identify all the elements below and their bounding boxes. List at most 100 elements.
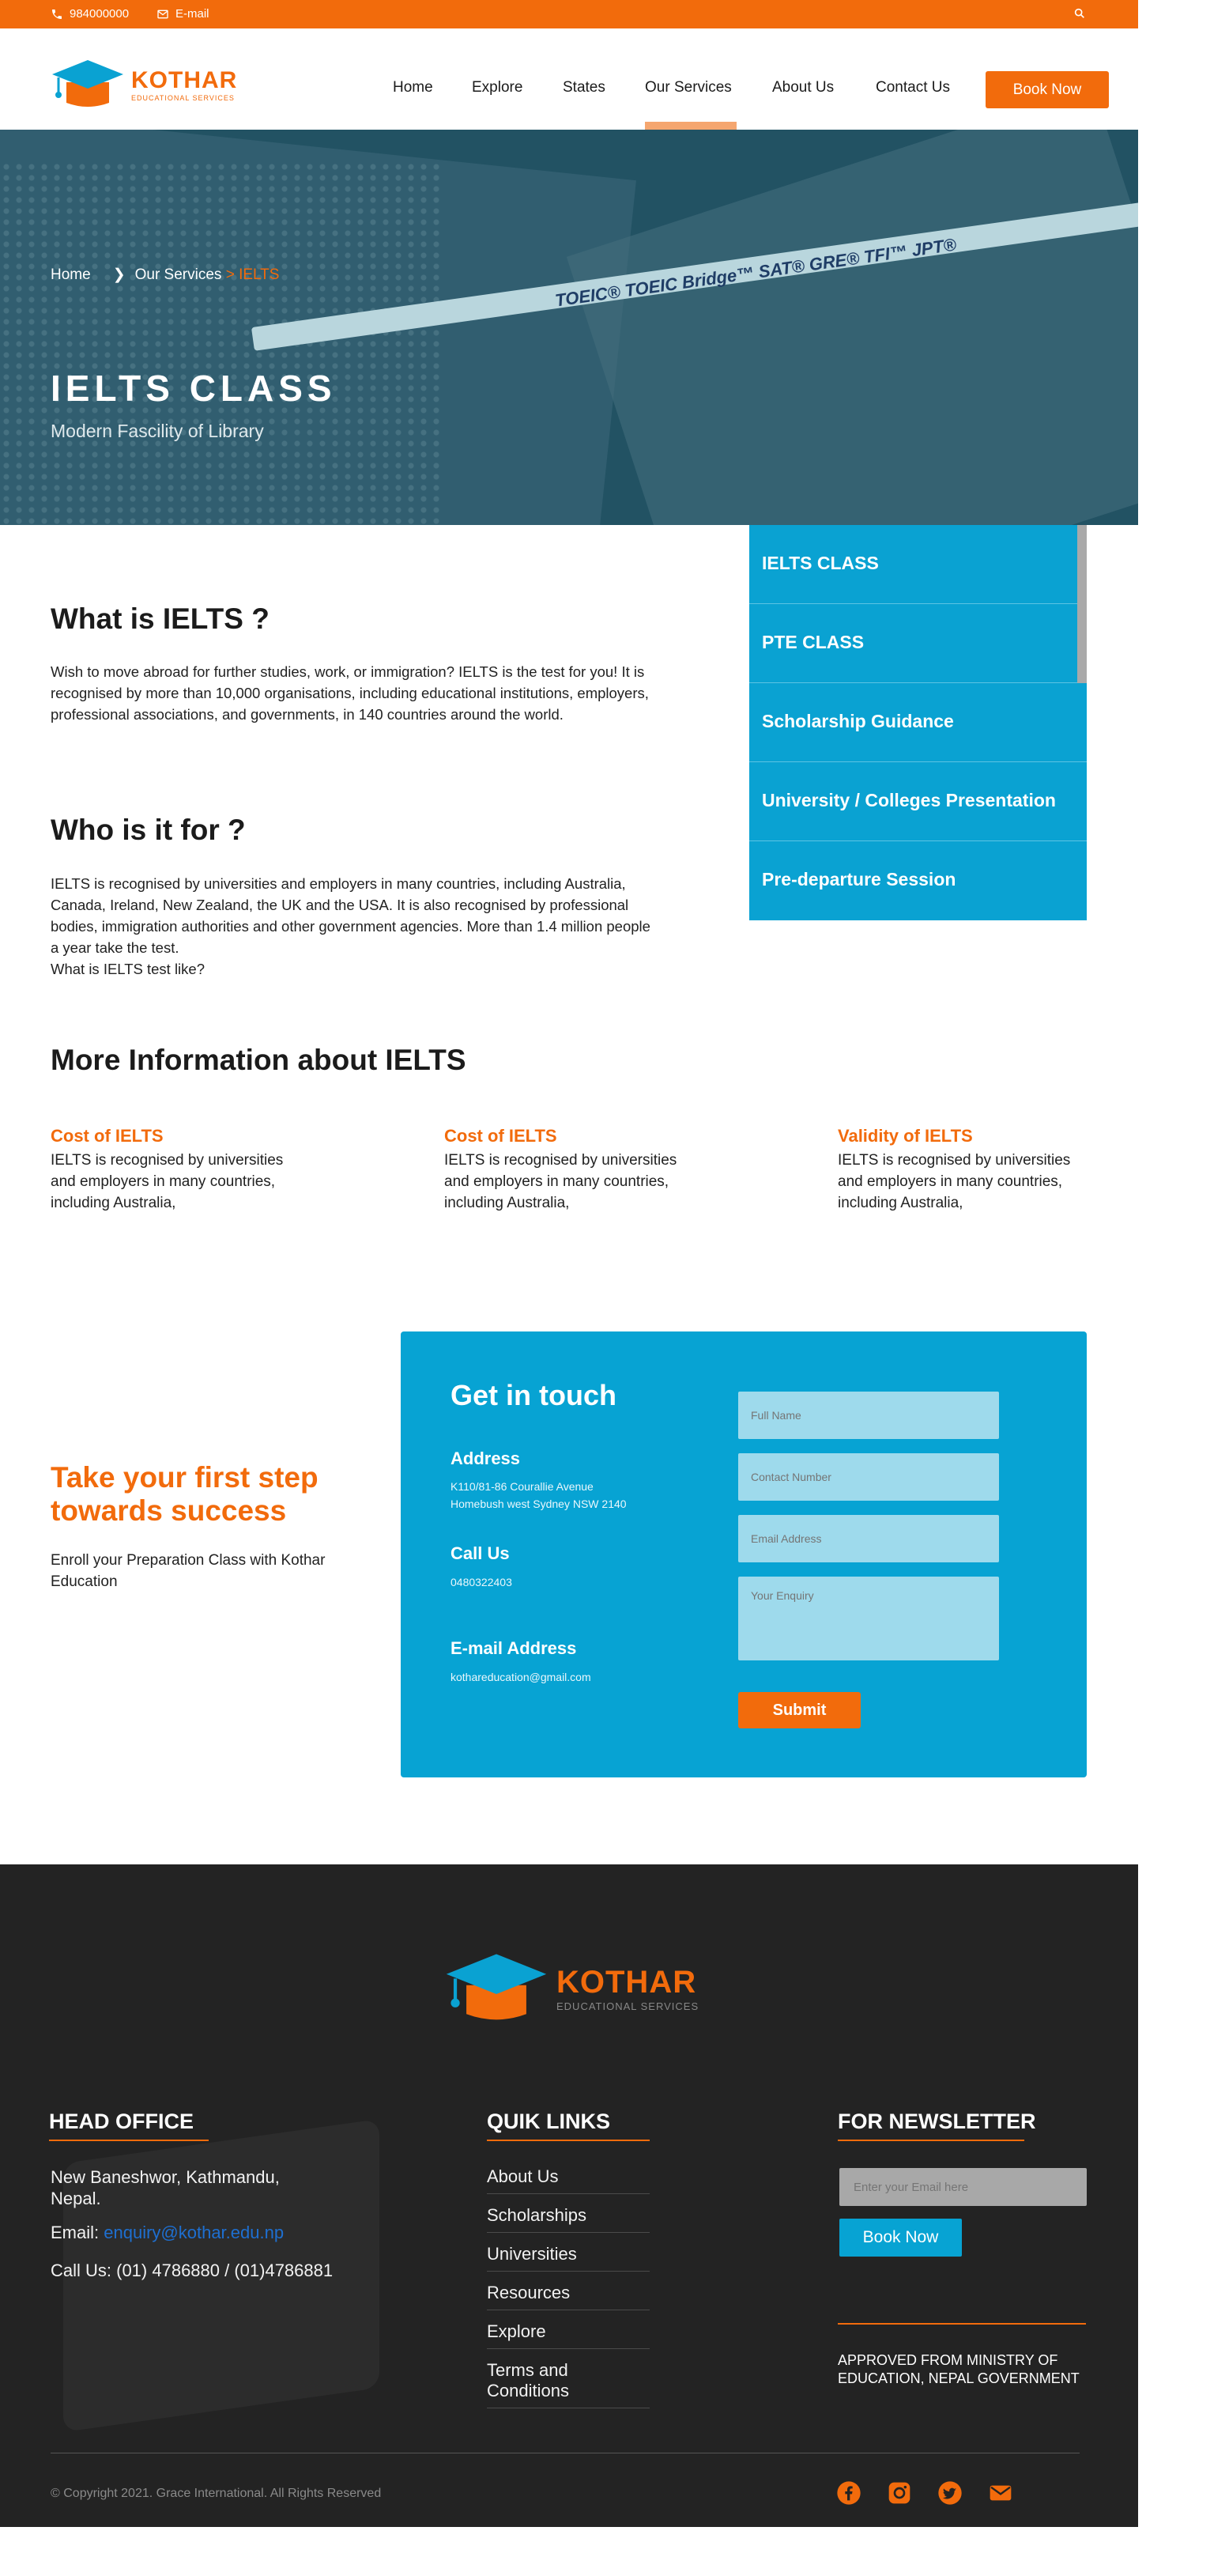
nav-explore[interactable]: Explore [472, 79, 522, 96]
email-address-input[interactable] [738, 1515, 999, 1562]
copyright: © Copyright 2021. Grace International. A… [51, 2487, 382, 2500]
footer-logo[interactable]: KOTHAR EDUCATIONAL SERVICES [444, 1951, 699, 2026]
brand-name: KOTHAR [131, 67, 238, 93]
page-subtitle: Modern Fascility of Library [51, 421, 264, 441]
search-button[interactable] [1073, 7, 1086, 20]
search-icon [1074, 8, 1084, 18]
footer-link-scholarships[interactable]: Scholarships [487, 2205, 650, 2233]
nav-active-indicator [645, 122, 737, 130]
book-now-button[interactable]: Book Now [986, 71, 1109, 108]
nav-states[interactable]: States [563, 79, 605, 96]
info-card: Cost of IELTS IELTS is recognised by uni… [51, 1126, 311, 1214]
newsletter-email-input[interactable] [839, 2168, 1087, 2206]
info-card-title: Cost of IELTS [444, 1126, 557, 1146]
sidebar-item-ielts[interactable]: IELTS CLASS [749, 525, 1087, 604]
newsletter-title: FOR NEWSLETTER [838, 2110, 1036, 2133]
graduation-cap-logo-icon [52, 60, 123, 107]
address-line-2: Homebush west Sydney NSW 2140 [451, 1498, 627, 1510]
info-card: Validity of IELTS IELTS is recognised by… [838, 1126, 1099, 1214]
approved-divider [838, 2323, 1086, 2325]
mail-icon[interactable] [988, 2480, 1013, 2506]
nav-home[interactable]: Home [393, 79, 433, 96]
nav-about-us[interactable]: About Us [772, 79, 834, 96]
email-label: E-mail Address [451, 1638, 577, 1658]
info-card-text: IELTS is recognised by universities and … [838, 1152, 1071, 1211]
quick-links-title: QUIK LINKS [487, 2110, 611, 2133]
nav-our-services[interactable]: Our Services [645, 79, 732, 96]
enquiry-textarea[interactable] [738, 1577, 999, 1660]
info-card-text: IELTS is recognised by universities and … [444, 1152, 677, 1211]
footer: KOTHAR EDUCATIONAL SERVICES HEAD OFFICE … [0, 1864, 1138, 2527]
brand-tagline: EDUCATIONAL SERVICES [131, 94, 235, 102]
footer-link-about-us[interactable]: About Us [487, 2166, 650, 2194]
phone-icon [52, 9, 62, 19]
footer-link-universities[interactable]: Universities [487, 2244, 650, 2272]
sidebar-item-pre-departure[interactable]: Pre-departure Session [749, 841, 1087, 920]
submit-button[interactable]: Submit [738, 1692, 861, 1728]
office-email-link[interactable]: enquiry@kothar.edu.np [104, 2223, 284, 2242]
page: 984000000 E-mail KOTHAR EDUCATIONAL SERV… [0, 0, 1138, 2576]
office-email-label: Email: [51, 2223, 100, 2242]
cta-title: Take your first step towards success [51, 1461, 319, 1527]
contact-title: Get in touch [451, 1379, 616, 1411]
email-contact[interactable]: E-mail [156, 7, 209, 21]
breadcrumb-separator: > [225, 266, 239, 283]
footer-brand-tagline: EDUCATIONAL SERVICES [556, 2000, 699, 2012]
logo[interactable]: KOTHAR EDUCATIONAL SERVICES [51, 59, 237, 111]
nav-contact-us[interactable]: Contact Us [876, 79, 950, 96]
contact-number-input[interactable] [738, 1453, 999, 1501]
sidebar-item-scholarship[interactable]: Scholarship Guidance [749, 683, 1087, 762]
hero-banner: TOEIC® TOEIC Bridge™ SAT® GRE® TFI™ JPT®… [0, 130, 1138, 525]
head-office-underline [49, 2140, 209, 2141]
main-nav: KOTHAR EDUCATIONAL SERVICES Home Explore… [0, 28, 1138, 130]
newsletter-submit-button[interactable]: Book Now [839, 2219, 962, 2257]
what-is-ielts-heading: What is IELTS ? [51, 602, 270, 635]
approved-notice: APPROVED FROM MINISTRY OF EDUCATION, NEP… [838, 2352, 1080, 2386]
twitter-icon[interactable] [937, 2480, 963, 2506]
breadcrumb-home[interactable]: Home [51, 266, 91, 284]
who-is-it-for-text: IELTS is recognised by universities and … [51, 875, 650, 956]
office-email: Email: enquiry@kothar.edu.np [51, 2222, 284, 2243]
facebook-icon[interactable] [836, 2480, 861, 2506]
cta-block: Take your first step towards success Enr… [51, 1461, 351, 1592]
address-line-1: K110/81-86 Courallie Avenue [451, 1480, 594, 1493]
sidebar-item-pte[interactable]: PTE CLASS [749, 604, 1087, 683]
breadcrumb: Home ❯ Our Services > IELTS [51, 266, 279, 284]
phone-contact[interactable]: 984000000 [51, 7, 129, 21]
what-is-ielts-text: Wish to move abroad for further studies,… [51, 663, 649, 723]
instagram-icon[interactable] [887, 2480, 912, 2506]
phone-number: 984000000 [70, 7, 130, 21]
cta-text: Enroll your Preparation Class with Kotha… [51, 1552, 326, 1590]
mail-icon [157, 9, 168, 18]
full-name-input[interactable] [738, 1392, 999, 1439]
graduation-cap-logo-icon [446, 1954, 547, 2020]
email-value: kothareducation@gmail.com [451, 1671, 591, 1683]
services-sidebar: IELTS CLASS PTE CLASS Scholarship Guidan… [749, 525, 1087, 920]
footer-link-resources[interactable]: Resources [487, 2283, 650, 2310]
breadcrumb-our-services[interactable]: Our Services [135, 266, 222, 283]
sidebar-item-university-presentation[interactable]: University / Colleges Presentation [749, 762, 1087, 841]
top-bar: 984000000 E-mail [0, 0, 1138, 28]
call-value: 0480322403 [451, 1576, 512, 1588]
chevron-right-icon: ❯ [112, 266, 126, 283]
info-card-title: Cost of IELTS [51, 1126, 164, 1146]
info-card-title: Validity of IELTS [838, 1126, 973, 1146]
quick-links-underline [487, 2140, 650, 2141]
office-address: New Baneshwor, Kathmandu, Nepal. [51, 2167, 280, 2208]
sidebar-scrollbar[interactable] [1077, 525, 1087, 683]
footer-brand-name: KOTHAR [556, 1965, 697, 2000]
who-is-it-for-heading: Who is it for ? [51, 814, 246, 846]
footer-link-explore[interactable]: Explore [487, 2321, 650, 2349]
footer-link-terms[interactable]: Terms and Conditions [487, 2360, 650, 2408]
info-card-text: IELTS is recognised by universities and … [51, 1152, 284, 1211]
page-title: IELTS CLASS [51, 368, 337, 409]
breadcrumb-current: IELTS [239, 266, 280, 283]
office-phone: Call Us: (01) 4786880 / (01)4786881 [51, 2261, 334, 2280]
info-card: Cost of IELTS IELTS is recognised by uni… [444, 1126, 705, 1214]
head-office-title: HEAD OFFICE [49, 2110, 194, 2133]
more-info-heading: More Information about IELTS [51, 1044, 466, 1076]
newsletter-underline [838, 2140, 1024, 2141]
hero-overlay [0, 130, 1138, 525]
call-label: Call Us [451, 1543, 510, 1563]
email-link: E-mail [175, 7, 209, 21]
